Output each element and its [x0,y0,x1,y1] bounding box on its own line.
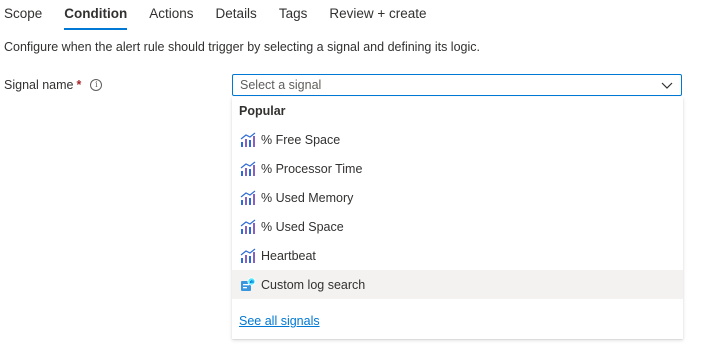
signal-dropdown: Popular % Free Space % Processor Time % … [232,97,683,339]
tab-actions[interactable]: Actions [149,0,193,28]
chevron-down-icon [661,82,673,89]
metric-chart-icon [240,161,256,176]
option-custom-log-search[interactable]: Custom log search [232,270,683,299]
tab-review-create[interactable]: Review + create [329,0,426,28]
option-heartbeat[interactable]: Heartbeat [232,241,683,270]
popular-group-header: Popular [239,104,286,118]
signal-name-label-text: Signal name [4,78,74,92]
required-marker: * [76,78,82,92]
signal-name-label: Signal name * i [4,78,103,92]
metric-chart-icon [240,219,256,234]
option-used-memory[interactable]: % Used Memory [232,183,683,212]
option-used-space[interactable]: % Used Space [232,212,683,241]
tab-scope[interactable]: Scope [4,0,42,28]
info-icon[interactable]: i [90,79,103,91]
alert-rule-condition-page: Scope Condition Actions Details Tags Rev… [0,0,706,349]
tab-condition[interactable]: Condition [64,0,128,30]
see-all-signals-link[interactable]: See all signals [239,314,320,328]
condition-description: Configure when the alert rule should tri… [4,40,480,54]
tab-details[interactable]: Details [216,0,257,28]
signal-select[interactable]: Select a signal [232,74,682,96]
metric-chart-icon [240,248,256,263]
option-label: % Used Space [261,219,344,234]
metric-chart-icon [240,132,256,147]
option-label: % Used Memory [261,190,354,205]
option-label: % Free Space [261,132,341,147]
option-label: % Processor Time [261,161,363,176]
metric-chart-icon [240,190,256,205]
option-label: Heartbeat [261,248,316,263]
option-processor-time[interactable]: % Processor Time [232,154,683,183]
log-search-icon [241,277,256,291]
signal-select-placeholder: Select a signal [240,78,322,92]
option-label: Custom log search [261,277,366,292]
wizard-tabs: Scope Condition Actions Details Tags Rev… [0,0,449,30]
tab-tags[interactable]: Tags [279,0,308,28]
option-free-space[interactable]: % Free Space [232,125,683,154]
